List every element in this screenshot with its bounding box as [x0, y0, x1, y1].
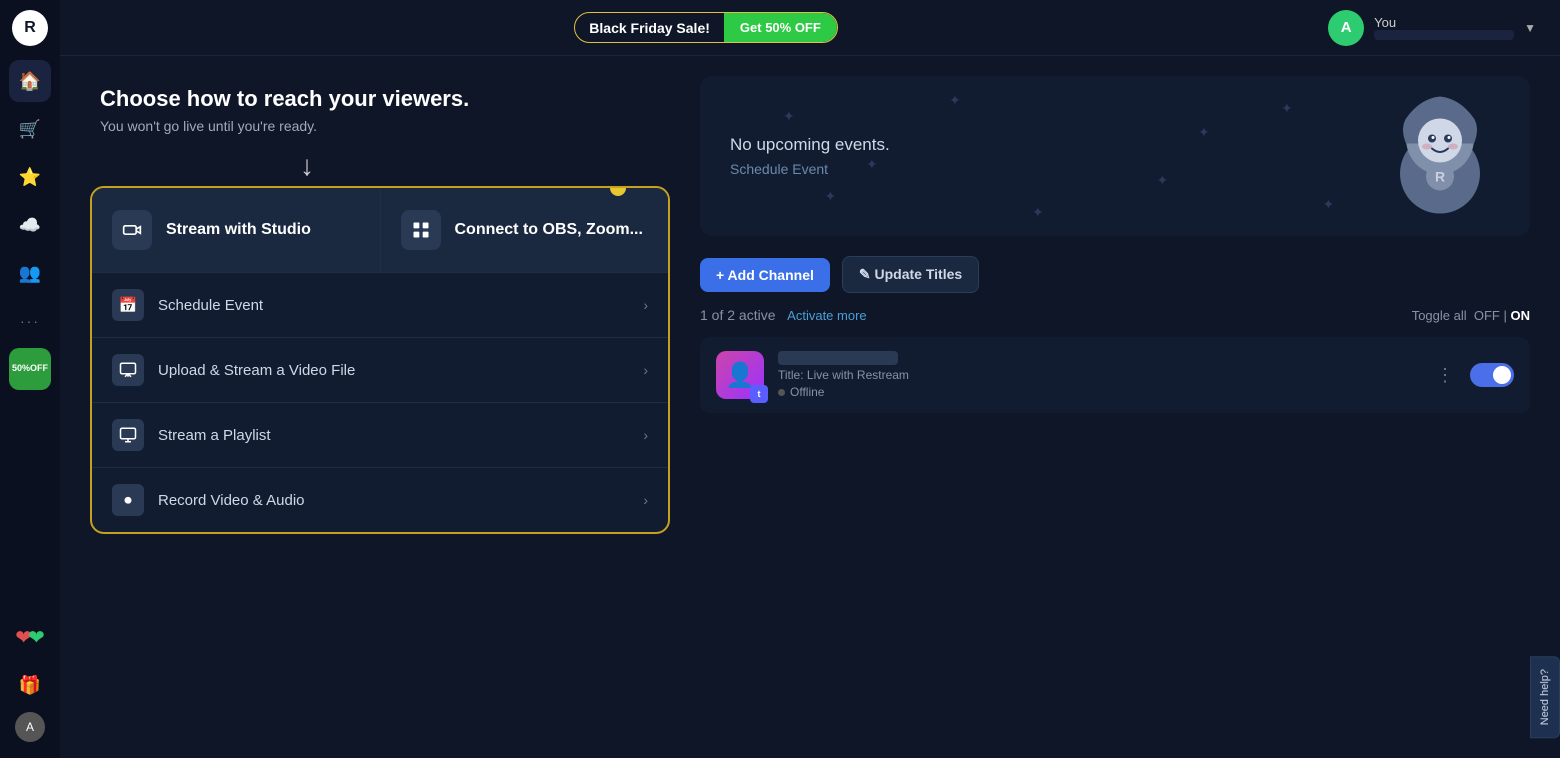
channel-menu-icon[interactable]: ⋮	[1432, 361, 1458, 390]
schedule-event-arrow-icon: ›	[643, 297, 648, 313]
camera-icon	[112, 210, 152, 250]
user-menu[interactable]: A You ▼	[1328, 10, 1536, 46]
sidebar-discount-badge[interactable]: 50%OFF	[9, 348, 51, 390]
calendar-icon: 📅	[112, 289, 144, 321]
toggle-thumb	[1493, 366, 1511, 384]
record-icon: ⏺	[112, 484, 144, 516]
sale-button[interactable]: Get 50% OFF	[724, 13, 837, 42]
channel-status-text: Offline	[790, 385, 824, 399]
schedule-event-link[interactable]: Schedule Event	[730, 161, 890, 177]
schedule-event-label: Schedule Event	[158, 297, 643, 314]
channels-header: + Add Channel ✎ Update Titles	[700, 256, 1530, 293]
sidebar-item-star[interactable]: ⭐	[9, 156, 51, 198]
active-count: 1 of 2 active	[700, 307, 776, 323]
channel-status: Offline	[778, 385, 1418, 399]
active-count-text: 1 of 2 active Activate more	[700, 307, 867, 323]
upload-icon	[112, 354, 144, 386]
events-card: ✦ ✦ ✦ ✦ ✦ ✦ ✦ ✦ ✦ ✦ ✦ No upcoming events…	[700, 76, 1530, 236]
channel-toggle[interactable]	[1470, 363, 1514, 387]
stream-playlist-label: Stream a Playlist	[158, 427, 643, 444]
grid-icon	[401, 210, 441, 250]
toggle-off-label[interactable]: OFF	[1474, 308, 1500, 323]
upload-stream-arrow-icon: ›	[643, 362, 648, 378]
left-panel: Choose how to reach your viewers. You wo…	[90, 76, 670, 738]
content-area: Choose how to reach your viewers. You wo…	[60, 56, 1560, 758]
sidebar-item-cart[interactable]: 🛒	[9, 108, 51, 150]
svg-text:R: R	[1435, 169, 1445, 185]
arrow-down-icon: ↓	[300, 150, 314, 182]
app-logo[interactable]: R	[12, 10, 48, 46]
sidebar-item-heart[interactable]: ❤❤	[9, 616, 51, 658]
add-channel-button[interactable]: + Add Channel	[700, 258, 830, 292]
help-button[interactable]: Need help?	[1530, 656, 1560, 738]
channel-row: 👤 t Title: Live with Restream Offline ⋮	[700, 337, 1530, 413]
events-info: No upcoming events. Schedule Event	[700, 105, 920, 207]
sidebar-item-home[interactable]: 🏠	[9, 60, 51, 102]
sidebar-item-gift[interactable]: 🎁	[9, 664, 51, 706]
no-events-text: No upcoming events.	[730, 135, 890, 155]
sidebar-item-cloud[interactable]: ☁️	[9, 204, 51, 246]
activate-more-link[interactable]: Activate more	[787, 308, 866, 323]
options-card: Stream with Studio Connect to OBS, Zoom.…	[90, 186, 670, 534]
sale-text: Black Friday Sale!	[575, 14, 724, 42]
toggle-all-label: Toggle all OFF | ON	[1412, 308, 1530, 323]
toggle-all-area: Toggle all OFF | ON	[1412, 307, 1530, 325]
sidebar: R 🏠 🛒 ⭐ ☁️ 👥 ··· 50%OFF ❤❤ 🎁 A	[0, 0, 60, 758]
sidebar-item-more[interactable]: ···	[9, 300, 51, 342]
channel-title-text: Title: Live with Restream	[778, 368, 1418, 382]
sidebar-item-people[interactable]: 👥	[9, 252, 51, 294]
arrow-container: ↓	[300, 150, 670, 182]
connect-obs-btn[interactable]: Connect to OBS, Zoom...	[381, 188, 669, 272]
record-video-arrow-icon: ›	[643, 492, 648, 508]
active-count-area: 1 of 2 active Activate more	[700, 307, 867, 325]
toggle-on-label[interactable]: ON	[1511, 308, 1531, 323]
playlist-icon	[112, 419, 144, 451]
channel-info: Title: Live with Restream Offline	[778, 351, 1418, 399]
panel-heading: Choose how to reach your viewers.	[100, 86, 670, 112]
top-options: Stream with Studio Connect to OBS, Zoom.…	[92, 188, 668, 273]
right-panel: ✦ ✦ ✦ ✦ ✦ ✦ ✦ ✦ ✦ ✦ ✦ No upcoming events…	[670, 76, 1530, 738]
sale-banner: Black Friday Sale! Get 50% OFF	[574, 12, 838, 43]
stream-with-studio-btn[interactable]: Stream with Studio	[92, 188, 381, 272]
upload-stream-option[interactable]: Upload & Stream a Video File ›	[92, 338, 668, 403]
record-video-label: Record Video & Audio	[158, 492, 643, 509]
user-email	[1374, 30, 1514, 40]
panel-subtext: You won't go live until you're ready.	[100, 118, 670, 134]
user-info: You	[1374, 15, 1514, 40]
stream-playlist-option[interactable]: Stream a Playlist ›	[92, 403, 668, 468]
channel-actions: ⋮	[1432, 361, 1514, 390]
stream-playlist-arrow-icon: ›	[643, 427, 648, 443]
update-titles-button[interactable]: ✎ Update Titles	[842, 256, 979, 293]
channel-name	[778, 351, 898, 365]
upload-stream-label: Upload & Stream a Video File	[158, 362, 643, 379]
user-avatar: A	[1328, 10, 1364, 46]
channel-avatar: 👤 t	[716, 351, 764, 399]
record-video-option[interactable]: ⏺ Record Video & Audio ›	[92, 468, 668, 532]
sale-banner-area: Black Friday Sale! Get 50% OFF	[574, 12, 838, 43]
schedule-event-option[interactable]: 📅 Schedule Event ›	[92, 273, 668, 338]
channel-platform-badge: t	[750, 385, 768, 403]
active-info-row: 1 of 2 active Activate more Toggle all O…	[700, 307, 1530, 325]
main-container: Black Friday Sale! Get 50% OFF A You ▼ C…	[60, 0, 1560, 758]
user-name: You	[1374, 15, 1514, 30]
user-chevron-icon: ▼	[1524, 21, 1536, 35]
status-dot-icon	[778, 389, 785, 396]
mascot-image: R	[1380, 89, 1500, 224]
connect-obs-label: Connect to OBS, Zoom...	[455, 220, 643, 239]
topbar: Black Friday Sale! Get 50% OFF A You ▼	[60, 0, 1560, 56]
sidebar-user-avatar[interactable]: A	[15, 712, 45, 742]
stream-studio-label: Stream with Studio	[166, 220, 311, 239]
